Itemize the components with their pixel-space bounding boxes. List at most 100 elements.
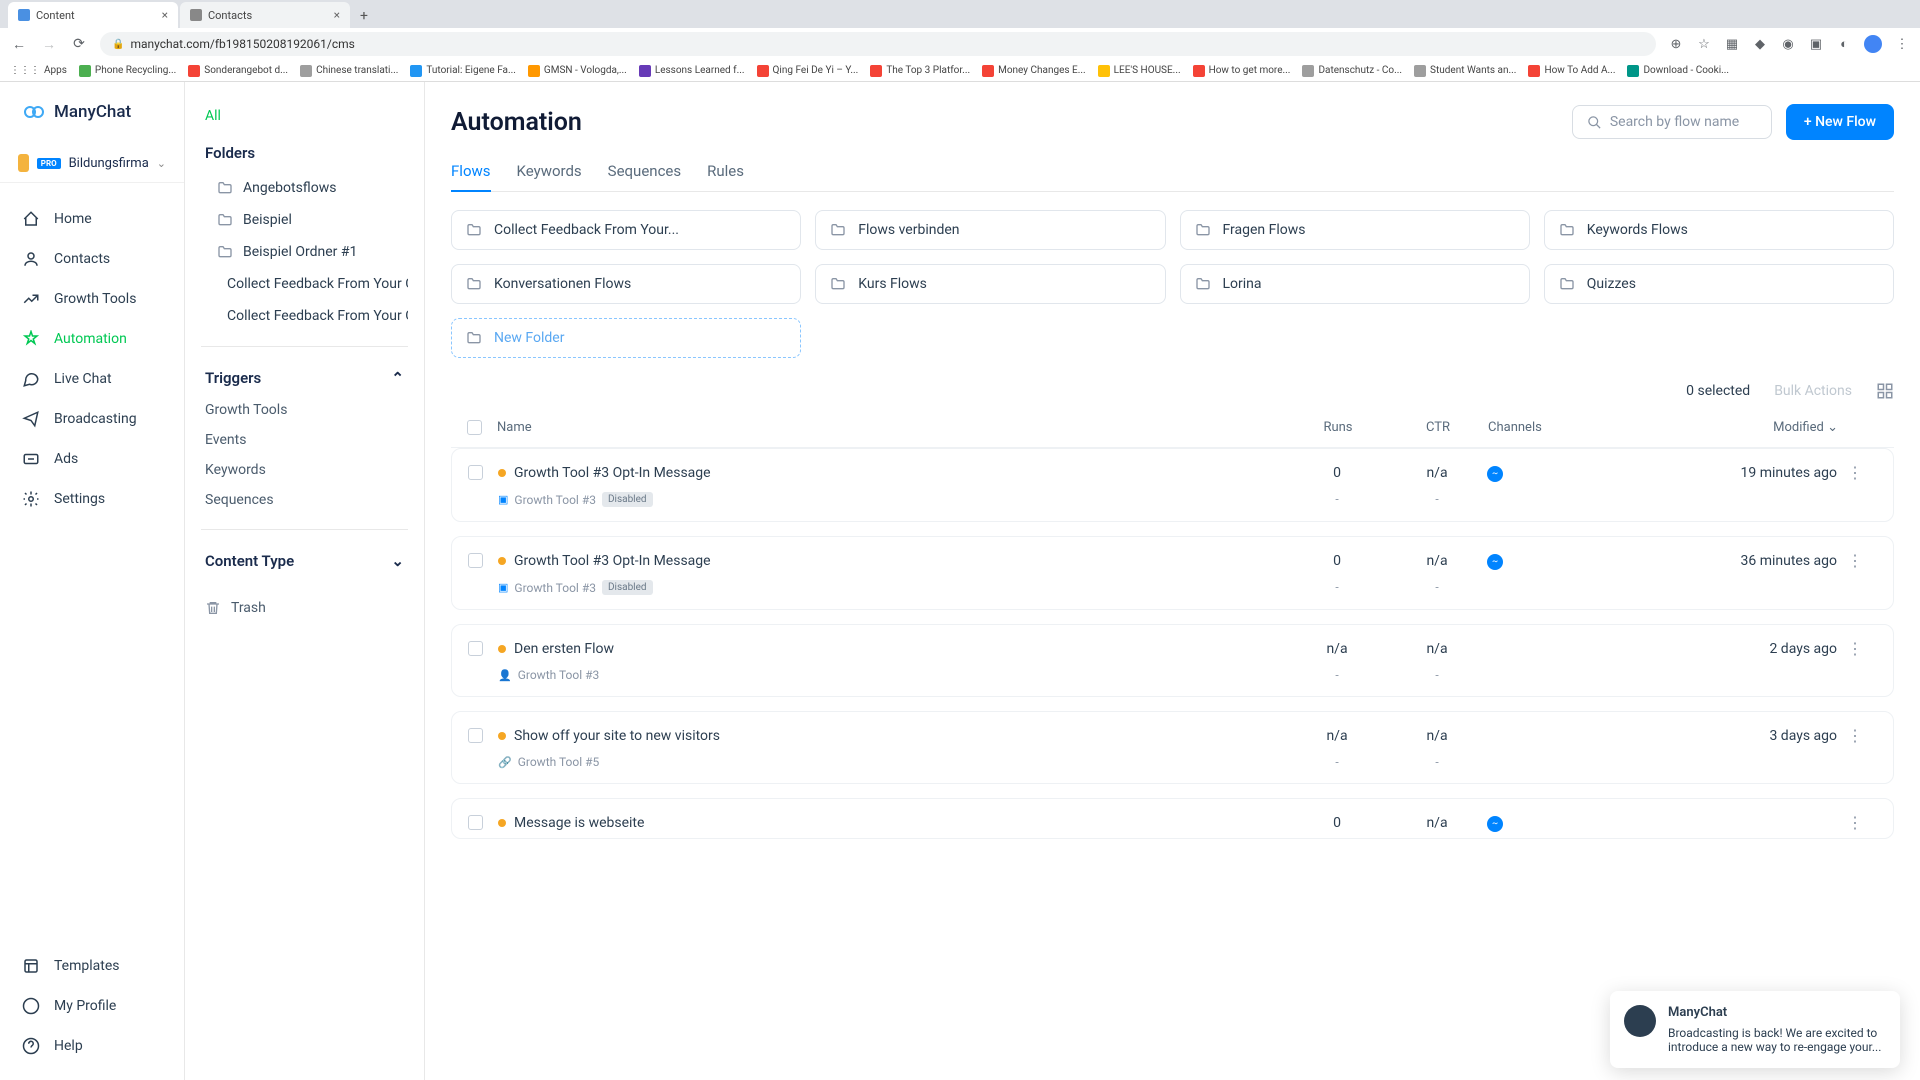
- trigger-filter[interactable]: Keywords: [201, 455, 408, 485]
- extension-icon[interactable]: ◐: [1836, 36, 1852, 52]
- zoom-icon[interactable]: ⊕: [1668, 37, 1684, 52]
- bookmark-item[interactable]: Datenschutz - Co...: [1302, 65, 1402, 77]
- content-type-section[interactable]: Content Type ⌄: [201, 544, 408, 578]
- profile-avatar[interactable]: [1864, 35, 1882, 53]
- bookmark-item[interactable]: How to get more...: [1193, 65, 1291, 77]
- bookmark-item[interactable]: Phone Recycling...: [79, 65, 176, 77]
- forward-button[interactable]: →: [40, 36, 58, 53]
- folder-item[interactable]: Beispiel Ordner #1: [201, 236, 408, 268]
- nav-chat[interactable]: Live Chat: [0, 359, 184, 399]
- flow-row[interactable]: Message is webseite 0 n/a ~ ⋮: [451, 798, 1894, 839]
- close-icon[interactable]: ×: [334, 8, 340, 22]
- extension-icon[interactable]: ▣: [1808, 37, 1824, 52]
- bookmark-item[interactable]: LEE'S HOUSE...: [1098, 65, 1181, 77]
- tab-rules[interactable]: Rules: [707, 156, 744, 191]
- bookmark-item[interactable]: How To Add A...: [1528, 65, 1615, 77]
- more-menu[interactable]: ⋮: [1847, 463, 1877, 482]
- folder-card[interactable]: Quizzes: [1544, 264, 1894, 304]
- flow-row[interactable]: Den ersten Flow n/a n/a 2 days ago ⋮ 👤 G…: [451, 624, 1894, 697]
- row-checkbox[interactable]: [468, 465, 483, 480]
- folder-card[interactable]: Konversationen Flows: [451, 264, 801, 304]
- bookmark-item[interactable]: Chinese translati...: [300, 65, 398, 77]
- nav-ads[interactable]: Ads: [0, 439, 184, 479]
- row-checkbox[interactable]: [468, 641, 483, 656]
- flow-tag[interactable]: ▣ Growth Tool #3 Disabled: [498, 492, 1287, 507]
- address-bar[interactable]: 🔒 manychat.com/fb198150208192061/cms: [100, 32, 1656, 56]
- nav-broadcast[interactable]: Broadcasting: [0, 399, 184, 439]
- apps-button[interactable]: ⋮⋮⋮ Apps: [10, 65, 67, 76]
- folder-card[interactable]: Flows verbinden: [815, 210, 1165, 250]
- more-menu[interactable]: ⋮: [1847, 813, 1877, 832]
- trigger-filter[interactable]: Growth Tools: [201, 395, 408, 425]
- col-ctr[interactable]: CTR: [1388, 420, 1488, 435]
- more-menu[interactable]: ⋮: [1847, 726, 1877, 745]
- search-input[interactable]: Search by flow name: [1572, 105, 1772, 139]
- notification-toast[interactable]: ManyChat Broadcasting is back! We are ex…: [1610, 991, 1900, 1068]
- nav-automation[interactable]: Automation: [0, 319, 184, 359]
- trigger-filter[interactable]: Events: [201, 425, 408, 455]
- nav-home[interactable]: Home: [0, 199, 184, 239]
- new-folder-button[interactable]: New Folder: [451, 318, 801, 358]
- nav-settings[interactable]: Settings: [0, 479, 184, 519]
- bookmark-item[interactable]: Student Wants an...: [1414, 65, 1516, 77]
- folder-card[interactable]: Collect Feedback From Your...: [451, 210, 801, 250]
- back-button[interactable]: ←: [10, 36, 28, 53]
- all-filter[interactable]: All: [201, 104, 408, 134]
- extension-icon[interactable]: ◉: [1780, 37, 1796, 52]
- tab-flows[interactable]: Flows: [451, 156, 491, 192]
- flow-row[interactable]: Show off your site to new visitors n/a n…: [451, 711, 1894, 784]
- flow-tag[interactable]: 🔗 Growth Tool #5: [498, 755, 1287, 769]
- row-checkbox[interactable]: [468, 815, 483, 830]
- bookmark-item[interactable]: Money Changes E...: [982, 65, 1086, 77]
- close-icon[interactable]: ×: [162, 8, 168, 22]
- menu-icon[interactable]: ⋮: [1894, 37, 1910, 52]
- tab-sequences[interactable]: Sequences: [608, 156, 681, 191]
- reload-button[interactable]: ⟳: [70, 36, 88, 52]
- tab-keywords[interactable]: Keywords: [517, 156, 582, 191]
- folder-item[interactable]: Collect Feedback From Your Cu: [201, 300, 408, 332]
- flow-row[interactable]: Growth Tool #3 Opt-In Message 0 n/a ~ 19…: [451, 448, 1894, 522]
- bookmark-item[interactable]: Download - Cooki...: [1627, 65, 1729, 77]
- trigger-filter[interactable]: Sequences: [201, 485, 408, 515]
- extension-icon[interactable]: ▦: [1724, 37, 1740, 52]
- browser-tab[interactable]: Contacts ×: [180, 2, 350, 28]
- bookmark-item[interactable]: Qing Fei De Yi – Y...: [757, 65, 859, 77]
- nav-help[interactable]: Help: [0, 1026, 184, 1066]
- new-tab-button[interactable]: +: [352, 4, 376, 28]
- flow-tag[interactable]: ▣ Growth Tool #3 Disabled: [498, 580, 1287, 595]
- folder-card[interactable]: Fragen Flows: [1180, 210, 1530, 250]
- bookmark-item[interactable]: GMSN - Vologda,...: [528, 65, 627, 77]
- browser-tab[interactable]: Content ×: [8, 2, 178, 28]
- flow-row[interactable]: Growth Tool #3 Opt-In Message 0 n/a ~ 36…: [451, 536, 1894, 610]
- select-all-checkbox[interactable]: [467, 420, 482, 435]
- new-flow-button[interactable]: + New Flow: [1786, 104, 1894, 140]
- folder-item[interactable]: Beispiel: [201, 204, 408, 236]
- nav-profile[interactable]: My Profile: [0, 986, 184, 1026]
- more-menu[interactable]: ⋮: [1847, 639, 1877, 658]
- col-channels[interactable]: Channels: [1488, 420, 1668, 435]
- bookmark-item[interactable]: Tutorial: Eigene Fa...: [410, 65, 516, 77]
- star-icon[interactable]: ☆: [1696, 37, 1712, 52]
- col-modified[interactable]: Modified ⌄: [1668, 420, 1848, 435]
- bookmark-item[interactable]: Lessons Learned f...: [639, 65, 745, 77]
- col-name[interactable]: Name: [497, 420, 1288, 435]
- row-checkbox[interactable]: [468, 553, 483, 568]
- folder-item[interactable]: Collect Feedback From Your Cu: [201, 268, 408, 300]
- folder-card[interactable]: Lorina: [1180, 264, 1530, 304]
- nav-contacts[interactable]: Contacts: [0, 239, 184, 279]
- triggers-section[interactable]: Triggers ⌃: [201, 361, 408, 395]
- logo[interactable]: ManyChat: [0, 100, 184, 144]
- row-checkbox[interactable]: [468, 728, 483, 743]
- grid-view-toggle[interactable]: [1876, 382, 1894, 400]
- bookmark-item[interactable]: Sonderangebot d...: [188, 65, 288, 77]
- workspace-selector[interactable]: PRO Bildungsfirma ⌄: [0, 144, 184, 183]
- nav-growth[interactable]: Growth Tools: [0, 279, 184, 319]
- bookmark-item[interactable]: The Top 3 Platfor...: [870, 65, 970, 77]
- extension-icon[interactable]: ◆: [1752, 37, 1768, 52]
- bulk-actions-button[interactable]: Bulk Actions: [1774, 383, 1852, 399]
- trash-link[interactable]: Trash: [201, 592, 408, 624]
- more-menu[interactable]: ⋮: [1847, 551, 1877, 570]
- folder-item[interactable]: Angebotsflows: [201, 172, 408, 204]
- col-runs[interactable]: Runs: [1288, 420, 1388, 435]
- folder-card[interactable]: Keywords Flows: [1544, 210, 1894, 250]
